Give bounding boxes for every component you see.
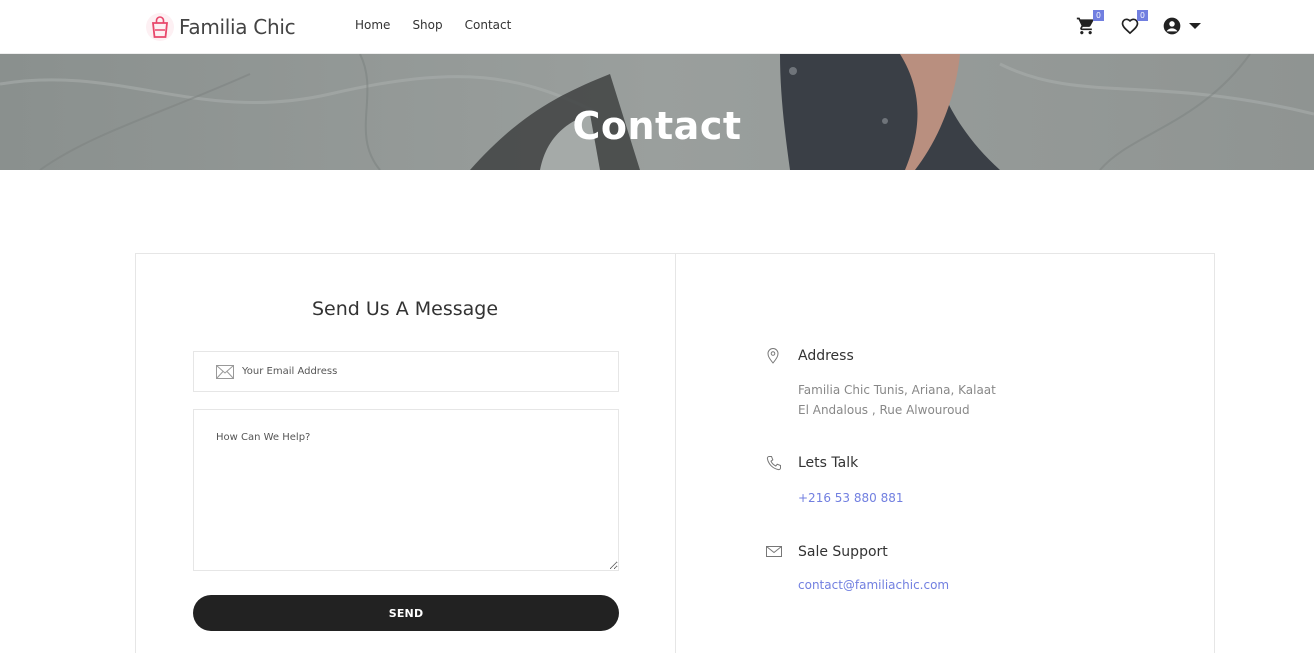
contact-info-panel: Address Familia Chic Tunis, Ariana, Kala… <box>676 254 1216 653</box>
page-banner: Contact <box>0 54 1314 170</box>
phone-link[interactable]: +216 53 880 881 <box>798 491 903 505</box>
header-icons: 0 0 <box>1074 10 1202 40</box>
nav-home[interactable]: Home <box>355 18 390 32</box>
brand-name: Familia Chic <box>179 15 296 39</box>
mail-icon <box>766 546 782 557</box>
shopping-bag-logo-icon <box>145 12 175 42</box>
user-circle-icon <box>1163 17 1181 35</box>
wishlist-button[interactable]: 0 <box>1118 10 1148 38</box>
email-field-wrapper <box>193 351 619 392</box>
form-title: Send Us A Message <box>311 298 499 320</box>
page-title: Contact <box>572 104 742 148</box>
caret-down-icon <box>1189 23 1201 29</box>
envelope-icon <box>216 365 234 379</box>
message-textarea[interactable] <box>194 410 618 570</box>
cart-button[interactable]: 0 <box>1074 10 1104 38</box>
nav-contact[interactable]: Contact <box>465 18 512 32</box>
email-input[interactable] <box>242 352 612 391</box>
address-line-2: El Andalous , Rue Alwouroud <box>798 403 970 417</box>
message-field-wrapper <box>193 409 619 571</box>
sale-support-title: Sale Support <box>798 544 888 560</box>
brand-logo[interactable]: Familia Chic <box>145 10 296 44</box>
site-header: Familia Chic Home Shop Contact 0 0 <box>0 0 1314 54</box>
cart-count-badge: 0 <box>1093 10 1104 21</box>
contact-form-panel: Send Us A Message SEND <box>136 254 676 653</box>
address-title: Address <box>798 348 854 364</box>
map-pin-icon <box>767 348 779 364</box>
contact-section: Send Us A Message SEND Address Familia C… <box>135 253 1215 653</box>
send-button[interactable]: SEND <box>193 595 619 631</box>
account-menu[interactable] <box>1162 16 1202 36</box>
main-nav: Home Shop Contact <box>355 18 533 32</box>
wishlist-count-badge: 0 <box>1137 10 1148 21</box>
lets-talk-title: Lets Talk <box>798 455 859 471</box>
phone-icon <box>766 456 781 471</box>
support-email-link[interactable]: contact@familiachic.com <box>798 578 949 592</box>
nav-shop[interactable]: Shop <box>412 18 442 32</box>
address-line-1: Familia Chic Tunis, Ariana, Kalaat <box>798 383 996 397</box>
